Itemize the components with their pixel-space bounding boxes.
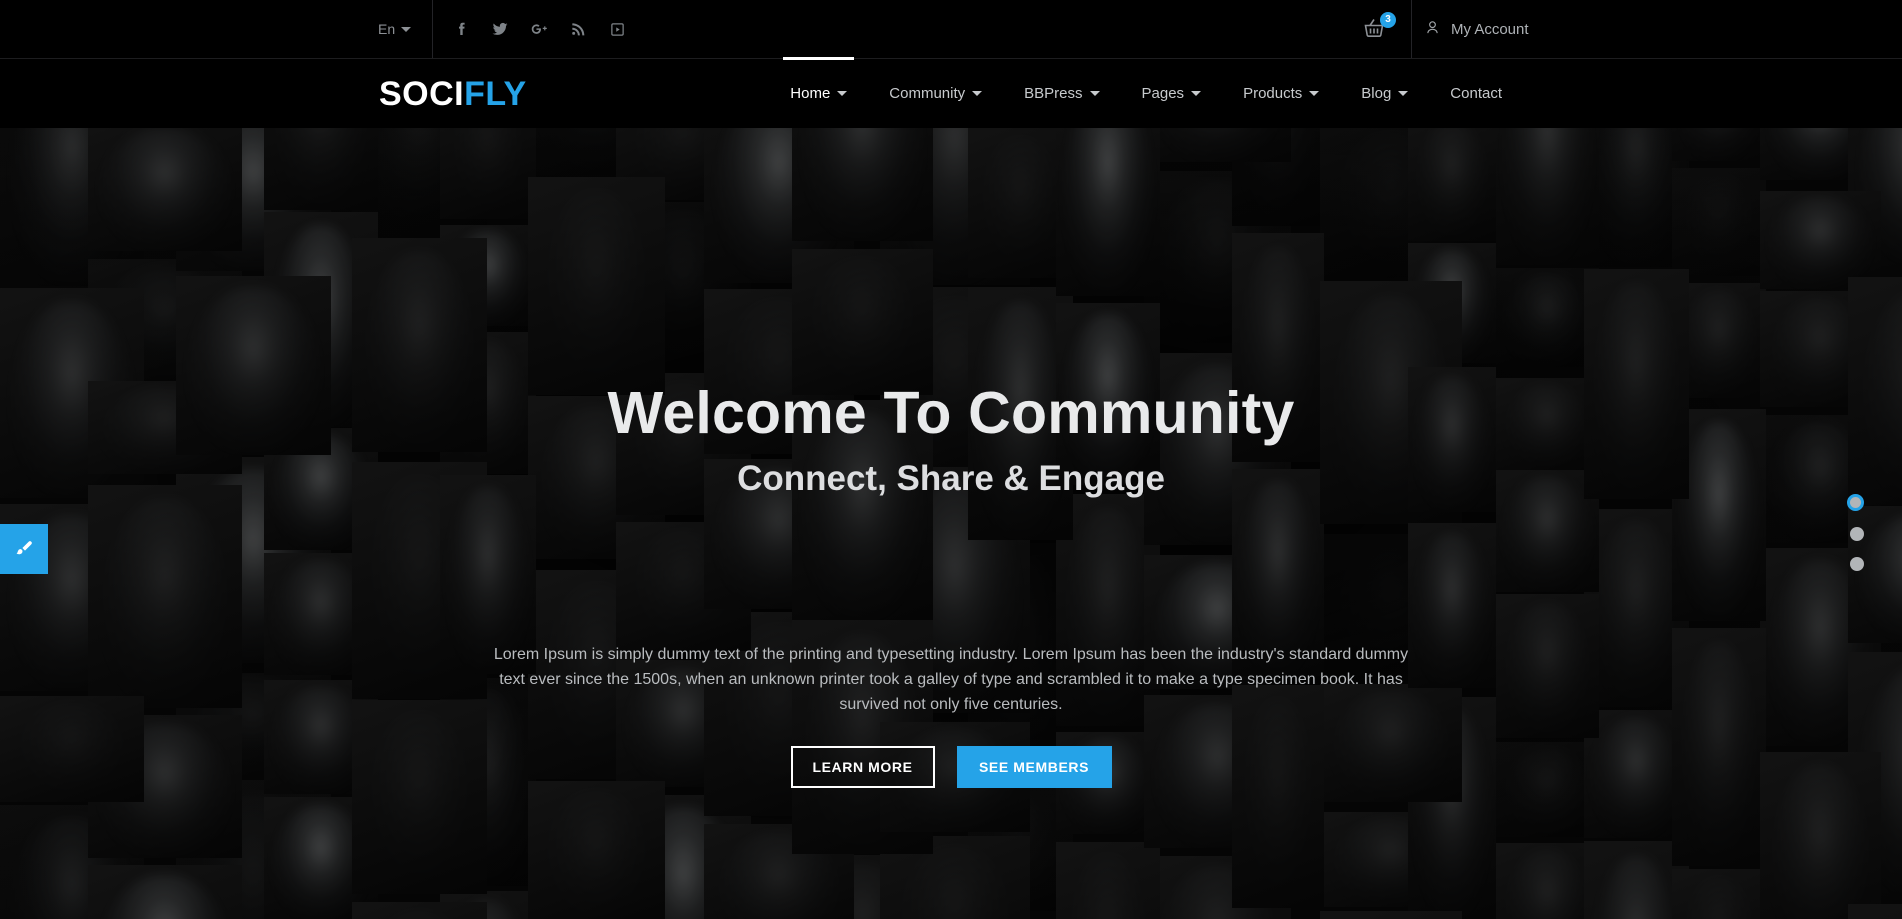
- shopping-basket-icon: 3: [1362, 12, 1396, 42]
- logo-text-accent: FLY: [464, 75, 527, 113]
- topbar-divider-left: [432, 0, 433, 58]
- nav-label-blog: Blog: [1361, 85, 1392, 102]
- hero-section: Welcome To Community Connect, Share & En…: [0, 128, 1902, 919]
- google-plus-icon[interactable]: [530, 20, 548, 38]
- site-header: SOCIFLY Home Community BBPress Pages Pro…: [0, 57, 1902, 128]
- my-account-link[interactable]: My Account: [1424, 0, 1529, 58]
- nav-item-pages[interactable]: Pages: [1121, 59, 1223, 128]
- hero-description: Lorem Ipsum is simply dummy text of the …: [493, 646, 1409, 713]
- slider-dot-3[interactable]: [1850, 557, 1864, 571]
- main-navigation: Home Community BBPress Pages Products Bl…: [769, 57, 1523, 128]
- cart-count-badge: 3: [1380, 12, 1396, 28]
- theme-customizer-button[interactable]: [0, 524, 48, 574]
- facebook-icon[interactable]: [452, 20, 470, 38]
- chevron-down-icon: [1398, 91, 1409, 96]
- nav-item-bbpress[interactable]: BBPress: [1003, 59, 1120, 128]
- chevron-down-icon: [837, 91, 848, 96]
- hero-buttons: LEARN MORE SEE MEMBERS: [0, 746, 1902, 788]
- nav-label-products: Products: [1243, 85, 1303, 102]
- top-bar-inner: En 3 My Account: [0, 0, 1902, 58]
- twitter-icon[interactable]: [491, 20, 509, 38]
- nav-item-contact[interactable]: Contact: [1429, 59, 1523, 128]
- paintbrush-icon: [14, 539, 34, 559]
- my-account-label: My Account: [1451, 20, 1529, 38]
- rss-icon[interactable]: [569, 20, 587, 38]
- hero-subtitle: Connect, Share & Engage: [737, 459, 1165, 498]
- user-icon: [1424, 19, 1441, 40]
- nav-label-bbpress: BBPress: [1024, 85, 1083, 102]
- language-label: En: [378, 21, 396, 37]
- hero-content: Welcome To Community Connect, Share & En…: [0, 128, 1902, 919]
- site-logo[interactable]: SOCIFLY: [379, 74, 527, 114]
- nav-item-community[interactable]: Community: [868, 59, 1003, 128]
- chevron-down-icon: [1089, 91, 1100, 96]
- see-members-button[interactable]: SEE MEMBERS: [956, 746, 1112, 788]
- nav-item-home[interactable]: Home: [769, 57, 868, 128]
- chevron-down-icon: [972, 91, 983, 96]
- youtube-icon[interactable]: [608, 20, 626, 38]
- topbar-divider-right: [1411, 0, 1412, 58]
- slider-pagination: [1847, 494, 1864, 571]
- top-bar: En 3 My Account: [0, 0, 1902, 59]
- chevron-down-icon: [1309, 91, 1320, 96]
- nav-label-pages: Pages: [1141, 85, 1185, 102]
- chevron-down-icon: [1191, 91, 1202, 96]
- logo-text-primary: SOCI: [379, 75, 465, 113]
- nav-label-home: Home: [790, 85, 831, 102]
- nav-item-products[interactable]: Products: [1222, 59, 1340, 128]
- learn-more-button[interactable]: LEARN MORE: [790, 746, 935, 788]
- social-links: [452, 0, 626, 58]
- nav-label-contact: Contact: [1450, 85, 1502, 102]
- nav-item-blog[interactable]: Blog: [1340, 59, 1429, 128]
- slider-dot-2[interactable]: [1850, 527, 1864, 541]
- nav-label-community: Community: [889, 85, 966, 102]
- hero-title: Welcome To Community: [607, 380, 1295, 446]
- cart-button[interactable]: 3: [1362, 0, 1396, 58]
- language-selector[interactable]: En: [378, 0, 412, 58]
- chevron-down-icon: [401, 26, 412, 32]
- slider-dot-1[interactable]: [1847, 494, 1864, 511]
- page-root: Welcome To Community Connect, Share & En…: [0, 0, 1902, 919]
